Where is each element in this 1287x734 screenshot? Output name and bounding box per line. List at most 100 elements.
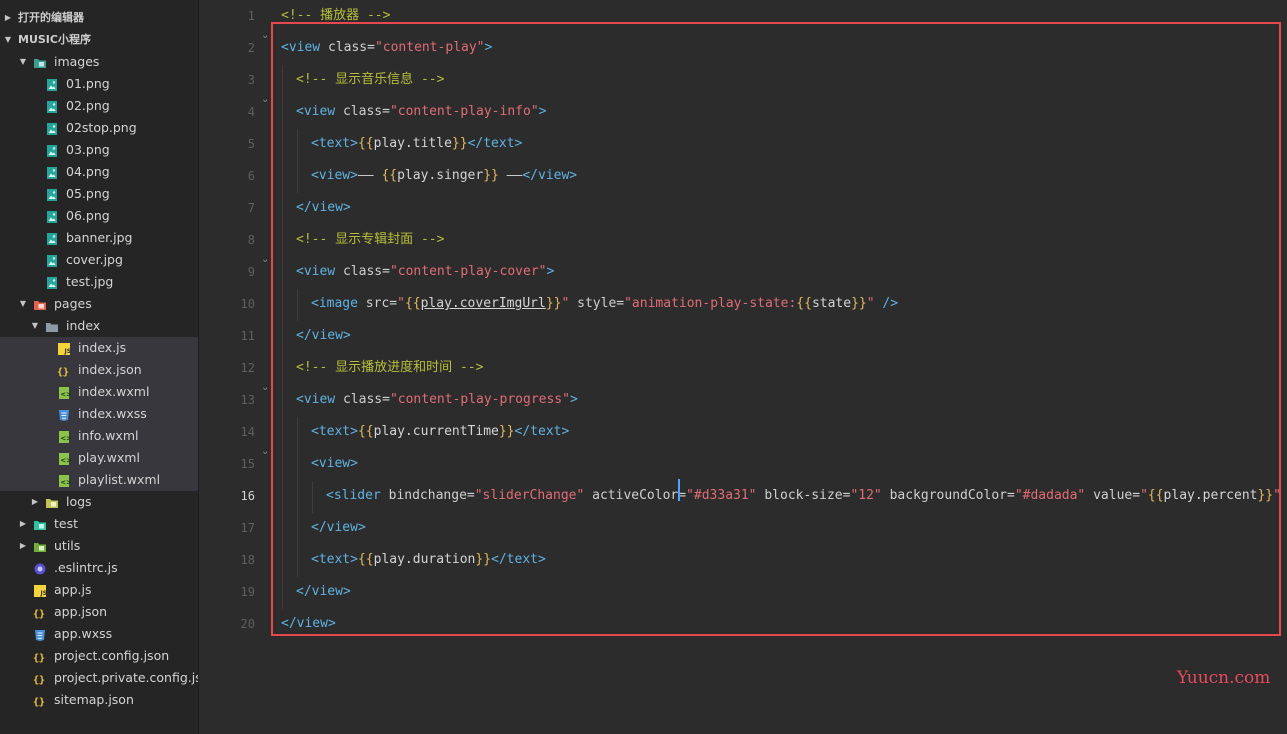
sidebar-section-label: MUSIC小程序	[18, 33, 91, 46]
line-number: 12	[240, 361, 255, 375]
tree-item-label: index.wxml	[78, 384, 150, 399]
tree-item-label: pages	[54, 296, 92, 311]
file-item[interactable]: 05.png	[0, 183, 198, 205]
utils-folder-icon	[33, 539, 47, 553]
file-item[interactable]: {}.. project.config.json	[0, 645, 198, 667]
folder-item[interactable]: ▶ test	[0, 513, 198, 535]
file-item[interactable]: 04.png	[0, 161, 198, 183]
tree-item-label: test.jpg	[66, 274, 114, 289]
js-file-icon: JS	[33, 583, 47, 597]
fold-chevron-icon[interactable]: ⌄	[261, 382, 269, 393]
code-token: /	[1281, 488, 1287, 503]
tree-item-label: 02stop.png	[66, 120, 137, 135]
tree-item-label: banner.jpg	[66, 230, 133, 245]
folder-item[interactable]: ▼ pages	[0, 293, 198, 315]
js-file-icon: JS	[57, 341, 71, 355]
file-item[interactable]: <> play.wxml	[0, 447, 198, 469]
file-item[interactable]: JS index.js	[0, 337, 198, 359]
image-file-icon	[45, 99, 59, 113]
file-item[interactable]: 06.png	[0, 205, 198, 227]
json-file-icon: {}..	[33, 671, 47, 686]
file-item[interactable]: .eslintrc.js	[0, 557, 198, 579]
svg-text:..: ..	[62, 370, 66, 378]
fold-chevron-icon[interactable]: ⌄	[261, 254, 269, 265]
svg-text:<>: <>	[60, 391, 71, 399]
file-explorer-sidebar: ▶ 打开的编辑器 ▼ MUSIC小程序 ▼ images 01.png 02.png 02sto…	[0, 0, 199, 734]
sidebar-section-label: 打开的编辑器	[18, 11, 84, 24]
chevron-down-icon: ▼	[31, 321, 39, 330]
file-item[interactable]: {}.. app.json	[0, 601, 198, 623]
tree-item-label: project.config.json	[54, 648, 170, 663]
svg-text:JS: JS	[40, 590, 48, 597]
svg-text:JS: JS	[64, 348, 72, 355]
image-file-icon	[45, 187, 59, 201]
test-folder-icon	[33, 517, 47, 531]
folder-item[interactable]: ▼ index	[0, 315, 198, 337]
fold-chevron-icon[interactable]: ⌄	[261, 446, 269, 457]
chevron-right-icon: ▶	[31, 497, 39, 506]
tree-item-label: images	[54, 54, 100, 69]
file-item[interactable]: <> index.wxml	[0, 381, 198, 403]
tree-item-label: playlist.wxml	[78, 472, 161, 487]
folder-open-icon	[45, 319, 59, 333]
fold-chevron-icon[interactable]: ⌄	[261, 30, 269, 41]
folder-item[interactable]: ▶ utils	[0, 535, 198, 557]
line-number: 20	[240, 617, 255, 631]
file-item[interactable]: {}.. index.json	[0, 359, 198, 381]
file-item[interactable]: test.jpg	[0, 271, 198, 293]
file-item[interactable]: 02.png	[0, 95, 198, 117]
svg-text:<>: <>	[60, 457, 71, 465]
line-number: 5	[247, 137, 255, 151]
line-number: 3	[247, 73, 255, 87]
tree-item-label: index.js	[78, 340, 127, 355]
file-item[interactable]: {}.. sitemap.json	[0, 689, 198, 711]
image-file-icon	[45, 121, 59, 135]
wxml-file-icon: <>	[57, 429, 72, 443]
line-number: 17	[240, 521, 255, 535]
image-file-icon	[45, 77, 59, 91]
tree-item-label: .eslintrc.js	[54, 560, 118, 575]
sidebar-section-0[interactable]: ▶ 打开的编辑器	[0, 7, 198, 29]
line-number: 13	[240, 393, 255, 407]
tree-item-label: 06.png	[66, 208, 110, 223]
file-item[interactable]: <> playlist.wxml	[0, 469, 198, 491]
chevron-right-icon: ▶	[4, 13, 12, 22]
image-file-icon	[45, 231, 59, 245]
chevron-right-icon: ▶	[19, 541, 27, 550]
svg-text:<>: <>	[60, 479, 71, 487]
file-item[interactable]: 03.png	[0, 139, 198, 161]
svg-text:..: ..	[38, 612, 42, 620]
folder-item[interactable]: ▶ logs	[0, 491, 198, 513]
line-number: 19	[240, 585, 255, 599]
line-number: 11	[240, 329, 255, 343]
tree-item-label: 02.png	[66, 98, 110, 113]
file-item[interactable]: 01.png	[0, 73, 198, 95]
file-item[interactable]: app.wxss	[0, 623, 198, 645]
text-cursor	[678, 479, 680, 501]
file-item[interactable]: 02stop.png	[0, 117, 198, 139]
sidebar-section-1[interactable]: ▼ MUSIC小程序	[0, 29, 198, 51]
css-file-icon	[57, 407, 71, 421]
line-number-gutter: 1 2 ⌄ 3 4 ⌄ 5 6 7 8 9 ⌄ 10 11 12 13 ⌄ 14 15 ⌄ 16 17 18 19 20	[199, 0, 271, 734]
json-file-icon: {}..	[33, 649, 47, 664]
chevron-down-icon: ▼	[4, 35, 12, 44]
chevron-right-icon: ▶	[19, 519, 27, 528]
svg-text:..: ..	[38, 700, 42, 708]
line-number: 7	[247, 201, 255, 215]
tree-item-label: app.json	[54, 604, 108, 619]
line-number: 6	[247, 169, 255, 183]
folder-item[interactable]: ▼ images	[0, 51, 198, 73]
tree-item-label: app.wxss	[54, 626, 113, 641]
logs-folder-icon	[45, 495, 59, 509]
image-file-icon	[45, 143, 59, 157]
file-item[interactable]: cover.jpg	[0, 249, 198, 271]
tree-item-label: logs	[66, 494, 92, 509]
file-item[interactable]: {}.. project.private.config.js...	[0, 667, 198, 689]
fold-chevron-icon[interactable]: ⌄	[261, 94, 269, 105]
file-item[interactable]: JS app.js	[0, 579, 198, 601]
pages-folder-icon	[33, 297, 47, 311]
line-number: 18	[240, 553, 255, 567]
file-item[interactable]: banner.jpg	[0, 227, 198, 249]
file-item[interactable]: index.wxss	[0, 403, 198, 425]
file-item[interactable]: <> info.wxml	[0, 425, 198, 447]
